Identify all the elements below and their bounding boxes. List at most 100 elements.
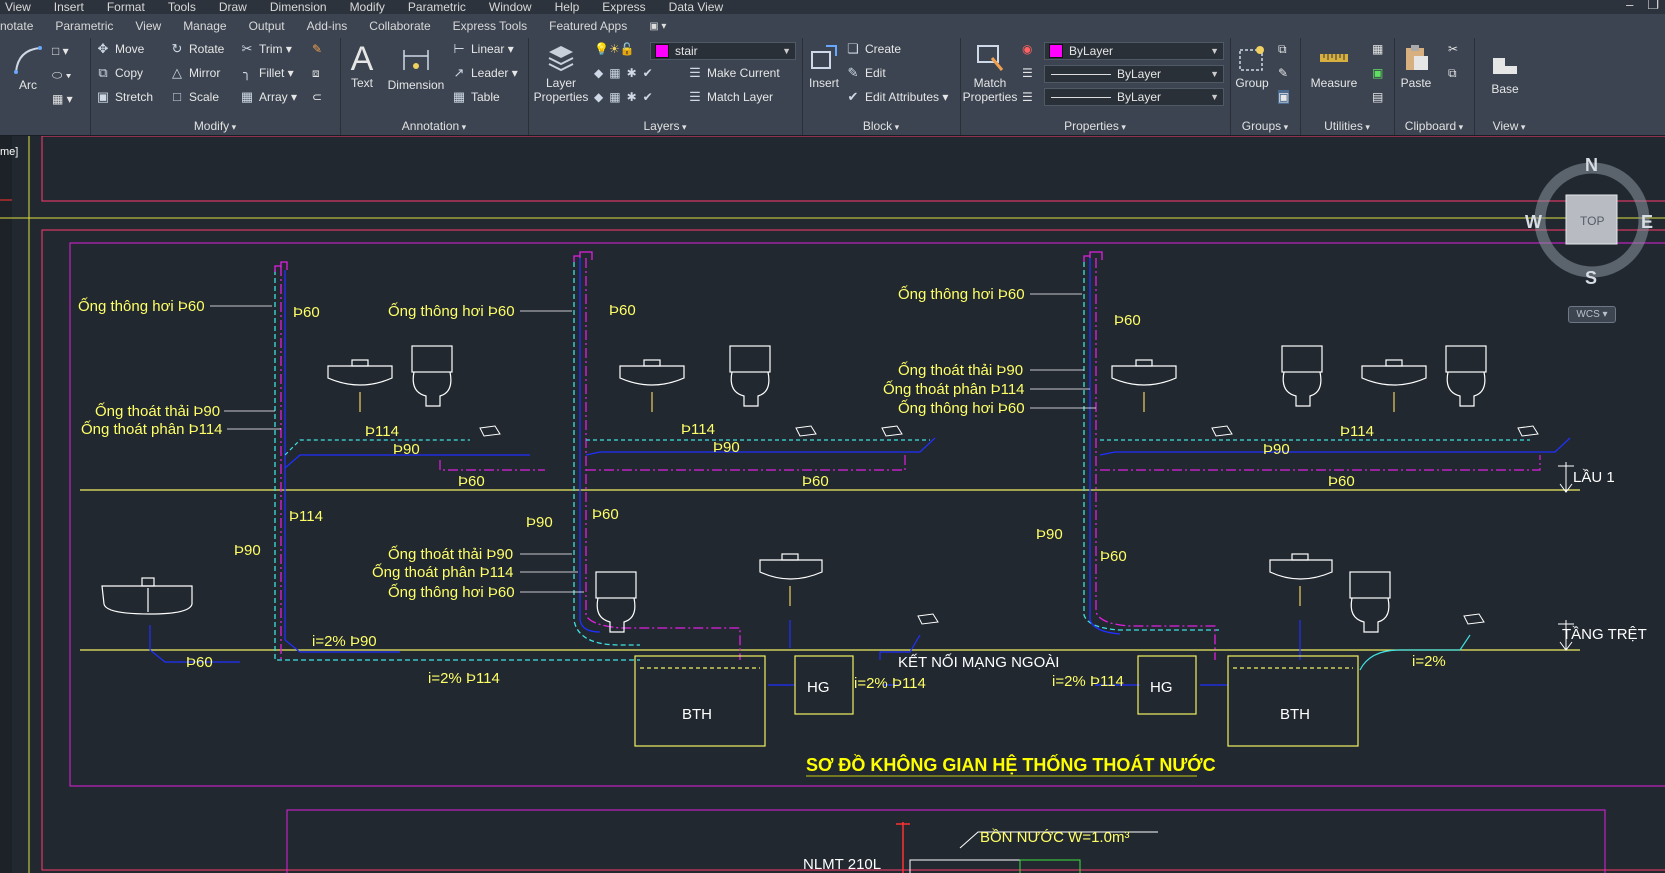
ungroup-icon[interactable]: ⧉ <box>1278 42 1287 57</box>
menu-modify[interactable]: Modify <box>350 0 385 14</box>
tab-add-ins[interactable]: Add-ins <box>307 19 348 33</box>
drawing-canvas[interactable]: me] Ống thông hơi Þ60 Þ60 Ống thoát thải… <box>0 136 1665 873</box>
label-vent-3: Ống thông hơi Þ60 <box>388 583 515 601</box>
label-d60-lau1-2: Þ60 <box>802 473 829 490</box>
panel-utilities: Measure ▦ ▣ ▤ Utilities <box>1300 38 1395 135</box>
tab-express-tools[interactable]: Express Tools <box>453 19 527 33</box>
base-button[interactable]: Base <box>1480 48 1530 96</box>
layer-tools-row2[interactable]: ◆▦✱✔ <box>594 90 659 104</box>
label-d60-1: Þ60 <box>293 304 320 321</box>
viewcube-west[interactable]: W <box>1525 212 1542 232</box>
panel-utilities-title[interactable]: Utilities <box>1300 119 1394 133</box>
wcs-menu[interactable]: WCS ▾ <box>1568 306 1616 323</box>
panel-clipboard-title[interactable]: Clipboard <box>1394 119 1474 133</box>
panel-view-title[interactable]: View <box>1474 119 1544 133</box>
menu-data-view[interactable]: Data View <box>669 0 723 14</box>
ribbon-toggle-icon[interactable]: ▣ ▾ <box>649 21 666 32</box>
insert-button[interactable]: Insert <box>804 42 844 90</box>
base-view-icon <box>1493 58 1517 74</box>
table-button[interactable]: ▦ Table <box>452 90 500 105</box>
dimension-button[interactable]: Dimension <box>386 44 446 92</box>
tab-collaborate[interactable]: Collaborate <box>369 19 430 33</box>
stretch-button[interactable]: ▣ Stretch <box>96 90 153 105</box>
restore-icon[interactable]: ❐ <box>1647 0 1659 13</box>
cut-icon[interactable]: ✂ <box>1448 42 1458 56</box>
group-select-icon[interactable]: ▣ <box>1278 90 1290 104</box>
edit-button[interactable]: ✎ Edit <box>846 66 886 81</box>
group-button[interactable]: Group <box>1232 42 1272 90</box>
tab-view[interactable]: View <box>135 19 161 33</box>
tab-annotate[interactable]: notate <box>0 19 33 33</box>
paste-button[interactable]: Paste <box>1396 42 1436 90</box>
panel-groups-title[interactable]: Groups <box>1230 119 1300 133</box>
menu-express[interactable]: Express <box>602 0 645 14</box>
color-dropdown[interactable]: ByLayer ▼ <box>1044 42 1224 60</box>
trim-button[interactable]: ✂ Trim ▾ <box>240 42 292 57</box>
explode-icon[interactable]: ⧈ <box>312 66 320 81</box>
copy-clip-icon[interactable]: ⧉ <box>1448 66 1457 81</box>
color-wheel-icon[interactable]: ◉ <box>1022 42 1032 56</box>
menu-view[interactable]: View <box>5 0 31 14</box>
menu-window[interactable]: Window <box>489 0 532 14</box>
tab-parametric[interactable]: Parametric <box>55 19 113 33</box>
scale-button[interactable]: □ Scale <box>170 90 219 105</box>
layer-dropdown[interactable]: stair ▼ <box>650 42 796 60</box>
select-all-icon[interactable]: ▣ <box>1372 66 1383 80</box>
label-vent-4: Ống thông hơi Þ60 <box>898 285 1025 303</box>
layer-properties-button[interactable]: Layer Properties <box>532 42 590 104</box>
viewcube-north[interactable]: N <box>1585 155 1598 175</box>
fillet-button[interactable]: ╮ Fillet ▾ <box>240 66 294 81</box>
menu-help[interactable]: Help <box>555 0 580 14</box>
make-current-button[interactable]: ☰ Make Current <box>688 66 780 81</box>
calculator-icon[interactable]: ▤ <box>1372 90 1383 104</box>
panel-modify-title[interactable]: Modify <box>90 119 340 133</box>
tab-featured-apps[interactable]: Featured Apps <box>549 19 627 33</box>
match-layer-button[interactable]: ☰ Match Layer <box>688 90 773 105</box>
menu-parametric[interactable]: Parametric <box>408 0 466 14</box>
linetype-dropdown[interactable]: ByLayer ▼ <box>1044 65 1224 83</box>
create-button[interactable]: ❏ Create <box>846 42 901 57</box>
viewcube-east[interactable]: E <box>1641 212 1653 232</box>
viewcube-south[interactable]: S <box>1585 268 1597 288</box>
array-button[interactable]: ▦ Array ▾ <box>240 90 297 105</box>
measure-button[interactable]: Measure <box>1304 42 1364 90</box>
menu-format[interactable]: Format <box>107 0 145 14</box>
group-edit-icon[interactable]: ✎ <box>1278 66 1288 80</box>
layer-tools-row1[interactable]: ◆▦✱✔ <box>594 66 659 80</box>
lineweight-dropdown[interactable]: ByLayer ▼ <box>1044 88 1224 106</box>
linetype-icon[interactable]: ☰ <box>1022 66 1033 80</box>
viewcube-top-label[interactable]: TOP <box>1580 214 1604 228</box>
match-properties-button[interactable]: Match Properties <box>962 42 1018 104</box>
edit-attributes-button[interactable]: ✔ Edit Attributes ▾ <box>846 90 949 105</box>
panel-annotation-title[interactable]: Annotation <box>340 119 528 133</box>
lineweight-icon[interactable]: ☰ <box>1022 90 1033 104</box>
tab-manage[interactable]: Manage <box>183 19 226 33</box>
quick-select-icon[interactable]: ▦ <box>1372 42 1383 56</box>
linear-button[interactable]: ⊢ Linear ▾ <box>452 42 513 57</box>
tab-output[interactable]: Output <box>249 19 285 33</box>
menu-dimension[interactable]: Dimension <box>270 0 327 14</box>
label-water-tank: BỒN NƯỚC W=1.0m³ <box>980 828 1129 846</box>
copy-button[interactable]: ⧉ Copy <box>96 66 143 81</box>
arc-button[interactable]: Arc <box>8 44 48 92</box>
minimize-icon[interactable]: – <box>1626 0 1633 13</box>
mirror-button[interactable]: △ Mirror <box>170 66 220 81</box>
offset-icon[interactable]: ⊂ <box>312 90 322 104</box>
move-button[interactable]: ✥ Move <box>96 42 145 57</box>
panel-block-title[interactable]: Block <box>802 119 960 133</box>
menu-tools[interactable]: Tools <box>168 0 196 14</box>
panel-groups: Group ⧉ ✎ ▣ Groups <box>1230 38 1301 135</box>
panel-layers-title[interactable]: Layers <box>528 119 802 133</box>
erase-icon[interactable]: ✎ <box>312 42 322 56</box>
layer-color-swatch <box>655 44 669 58</box>
panel-properties-title[interactable]: Properties <box>960 119 1230 133</box>
label-d90-lau1-3: Þ90 <box>1263 441 1290 458</box>
leader-button[interactable]: ↗ Leader ▾ <box>452 66 518 81</box>
menu-draw[interactable]: Draw <box>219 0 247 14</box>
rotate-button[interactable]: ↻ Rotate <box>170 42 225 57</box>
hatch-icon[interactable]: ▦ ▾ <box>52 92 73 106</box>
ellipse-icon[interactable]: ⬭ ▾ <box>52 68 71 83</box>
menu-insert[interactable]: Insert <box>54 0 84 14</box>
rectangle-icon[interactable]: □ ▾ <box>52 44 69 58</box>
text-button[interactable]: A Text <box>344 42 380 90</box>
